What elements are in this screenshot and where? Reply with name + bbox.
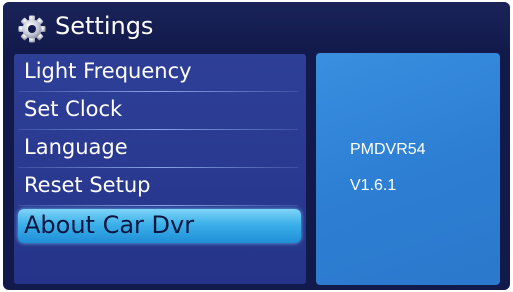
dvr-screen: Settings Light Frequency Set Clock Langu… xyxy=(3,2,510,290)
menu-item-light-frequency[interactable]: Light Frequency xyxy=(14,54,306,92)
menu-item-label: Set Clock xyxy=(24,97,123,121)
settings-menu: Light Frequency Set Clock Language Reset… xyxy=(14,54,306,284)
menu-item-label: About Car Dvr xyxy=(24,211,195,239)
menu-item-language[interactable]: Language xyxy=(14,130,306,168)
header-bar: Settings xyxy=(3,2,510,52)
gear-icon xyxy=(18,15,46,43)
menu-item-reset-setup[interactable]: Reset Setup xyxy=(14,168,306,206)
firmware-version: V1.6.1 xyxy=(350,177,397,194)
page-title: Settings xyxy=(55,12,154,40)
menu-item-label: Language xyxy=(24,135,128,159)
menu-item-label: Light Frequency xyxy=(24,59,192,83)
menu-divider xyxy=(18,205,298,206)
info-panel: PMDVR54 V1.6.1 xyxy=(316,53,500,285)
model-name: PMDVR54 xyxy=(350,141,426,158)
menu-item-label: Reset Setup xyxy=(24,173,151,197)
menu-item-set-clock[interactable]: Set Clock xyxy=(14,92,306,130)
menu-item-about-car-dvr[interactable]: About Car Dvr xyxy=(18,209,301,243)
